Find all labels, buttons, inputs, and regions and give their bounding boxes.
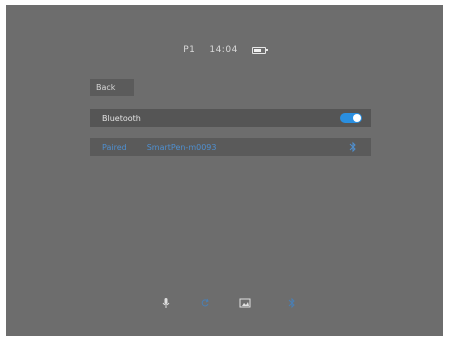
channel-label: P1 — [183, 45, 196, 55]
microphone-icon[interactable] — [161, 297, 171, 309]
bluetooth-setting-row[interactable]: Bluetooth — [90, 109, 371, 127]
bluetooth-dock-icon[interactable] — [287, 297, 297, 309]
battery-icon — [251, 46, 268, 54]
paired-label: Paired — [102, 142, 127, 152]
bluetooth-icon — [349, 141, 356, 153]
refresh-icon[interactable] — [200, 297, 210, 309]
bottom-dock — [6, 297, 443, 311]
paired-device-row[interactable]: Paired SmartPen-m0093 — [90, 138, 371, 156]
back-label: Back — [96, 83, 116, 92]
gallery-icon[interactable] — [239, 297, 251, 309]
bluetooth-toggle[interactable] — [340, 113, 362, 123]
clock: 14:04 — [209, 45, 238, 55]
bluetooth-label: Bluetooth — [102, 113, 141, 123]
device-screen: P1 14:04 Back Bluetooth Paired SmartPen-… — [6, 5, 443, 336]
toggle-knob — [353, 114, 361, 122]
status-bar: P1 14:04 — [6, 45, 443, 55]
paired-device-name: SmartPen-m0093 — [146, 142, 217, 152]
back-button[interactable]: Back — [90, 79, 134, 96]
